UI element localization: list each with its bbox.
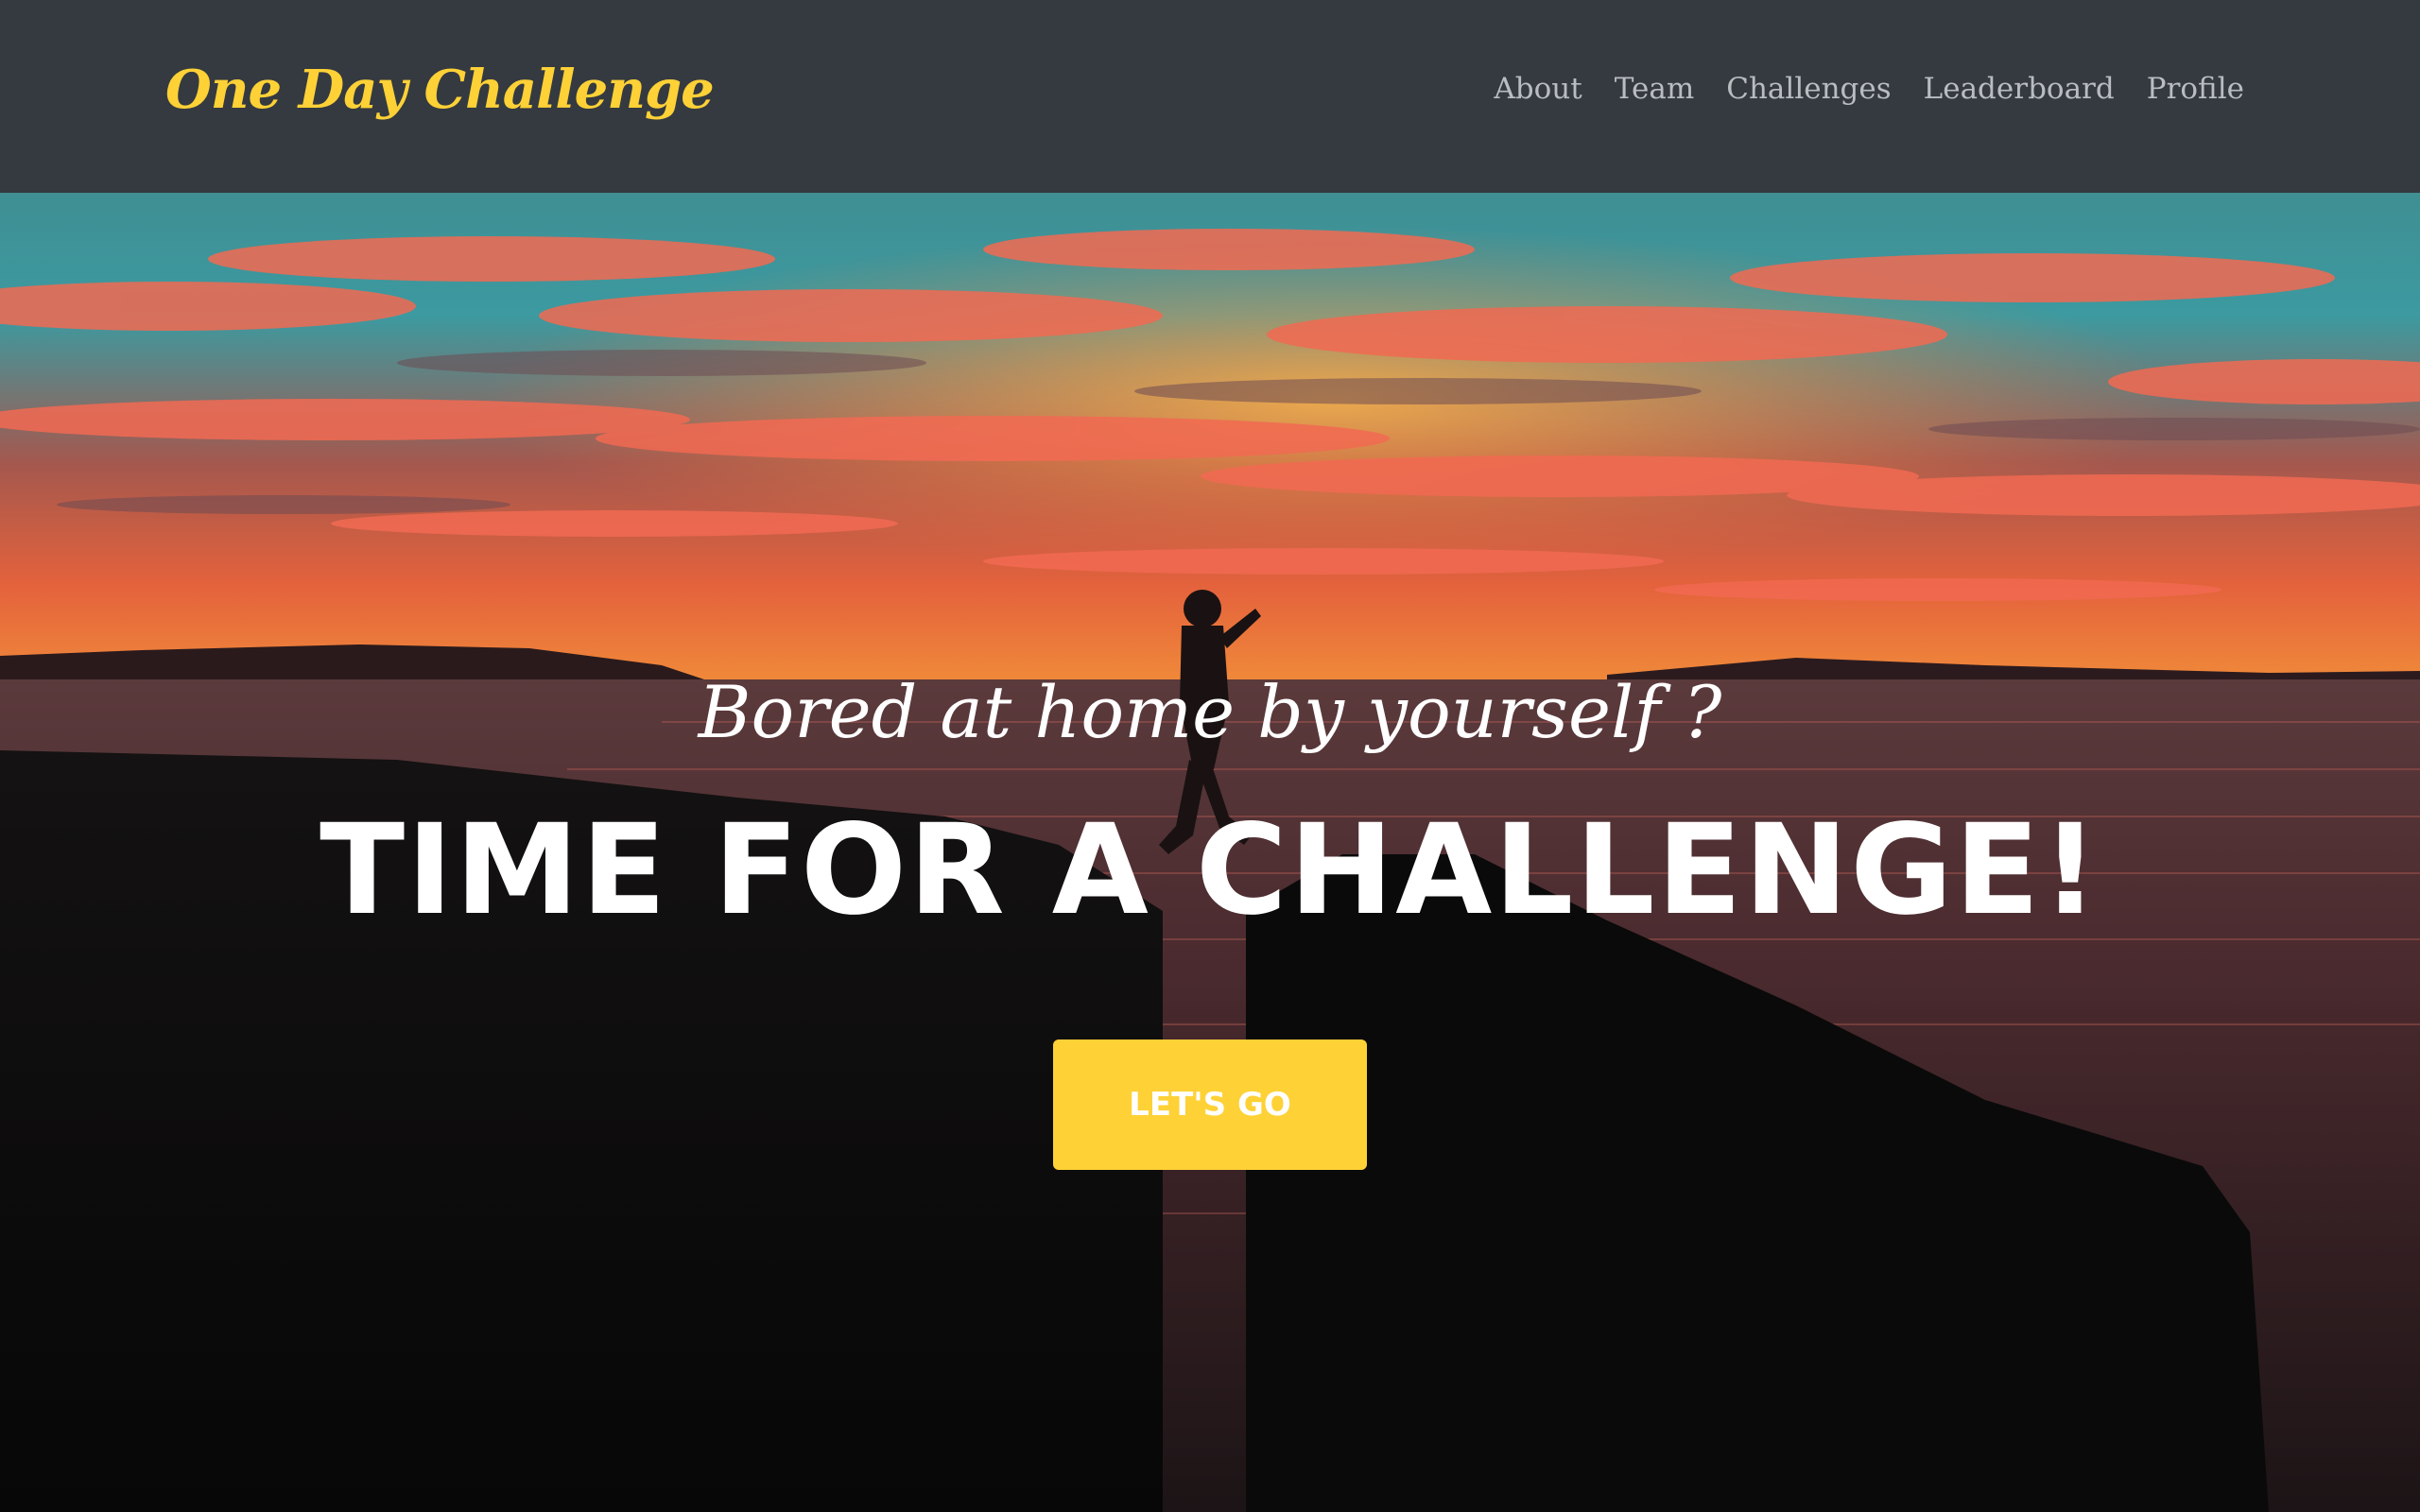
nav-links: About Team Challenges Leaderboard Profil… bbox=[1494, 72, 2244, 106]
hero-section: Bored at home by yourself ? TIME FOR A C… bbox=[0, 193, 2420, 1512]
nav-link-profile[interactable]: Profile bbox=[2147, 72, 2244, 106]
hero-heading: TIME FOR A CHALLENGE! bbox=[320, 798, 2100, 943]
hero-subheading: Bored at home by yourself ? bbox=[698, 670, 1722, 754]
brand-logo[interactable]: One Day Challenge bbox=[165, 59, 715, 121]
nav-link-challenges[interactable]: Challenges bbox=[1726, 72, 1891, 106]
nav-link-leaderboard[interactable]: Leaderboard bbox=[1924, 72, 2115, 106]
navbar: One Day Challenge About Team Challenges … bbox=[0, 0, 2420, 193]
lets-go-button[interactable]: LET'S GO bbox=[1053, 1040, 1367, 1170]
nav-link-team[interactable]: Team bbox=[1615, 72, 1695, 106]
nav-link-about[interactable]: About bbox=[1494, 72, 1582, 106]
